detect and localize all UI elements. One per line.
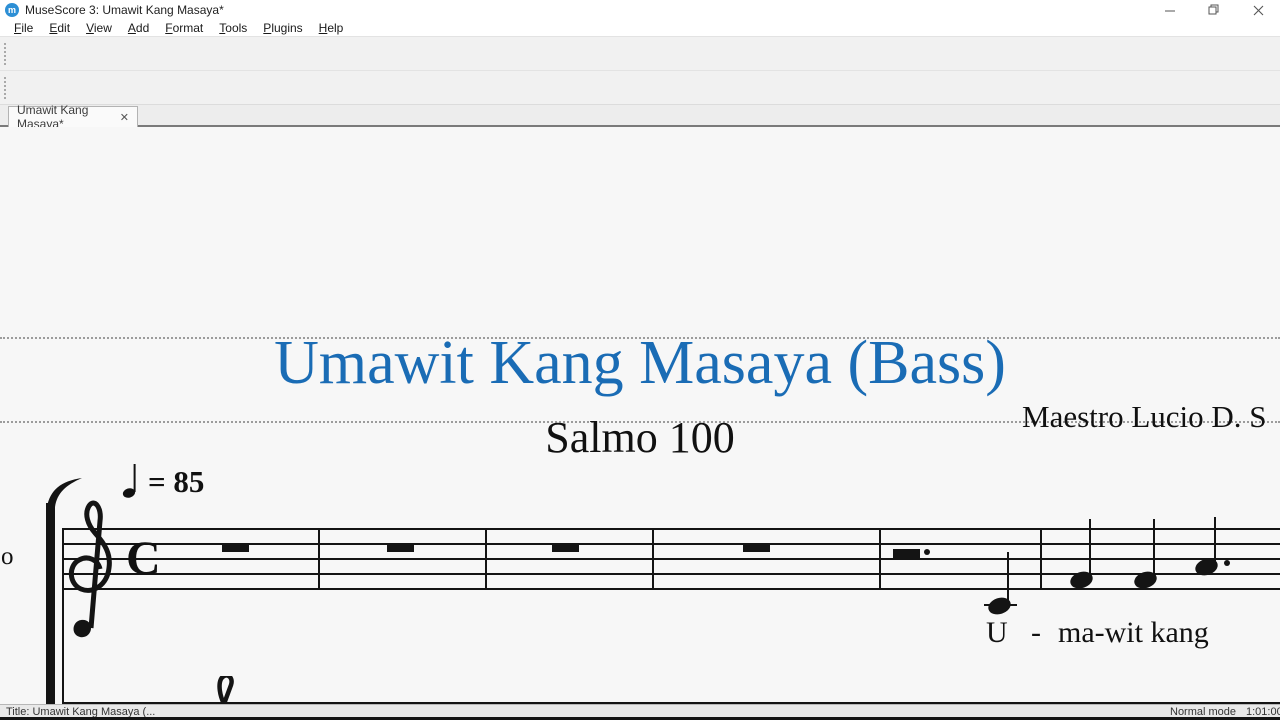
- treble-clef[interactable]: [62, 495, 118, 640]
- whole-rest[interactable]: [387, 543, 414, 552]
- score-title[interactable]: Umawit Kang Masaya (Bass): [0, 328, 1280, 399]
- restore-button[interactable]: [1192, 0, 1236, 20]
- whole-rest[interactable]: [222, 543, 249, 552]
- window-title: MuseScore 3: Umawit Kang Masaya*: [25, 0, 224, 20]
- menu-bar: File Edit View Add Format Tools Plugins …: [0, 20, 1280, 37]
- instrument-name-partial[interactable]: o: [1, 543, 14, 571]
- tab-umawit-kang-masaya[interactable]: Umawit Kang Masaya* ✕: [8, 106, 138, 127]
- close-icon: [1253, 5, 1264, 16]
- menu-file[interactable]: File: [6, 20, 41, 37]
- barline[interactable]: [879, 528, 881, 590]
- lyric-syllable[interactable]: U: [986, 616, 1008, 650]
- menu-format[interactable]: Format: [157, 20, 211, 37]
- musescore-window: m MuseScore 3: Umawit Kang Masaya* File …: [0, 0, 1280, 720]
- musescore-logo-icon: m: [5, 3, 19, 17]
- score-subtitle[interactable]: Salmo 100: [0, 412, 1280, 463]
- document-tab-bar: Umawit Kang Masaya* ✕: [0, 104, 1280, 127]
- whole-rest[interactable]: [743, 543, 770, 552]
- menu-edit[interactable]: Edit: [41, 20, 78, 37]
- close-button[interactable]: [1236, 0, 1280, 20]
- rest-augmentation-dot[interactable]: [924, 549, 930, 555]
- barline[interactable]: [318, 528, 320, 590]
- staff-line: [62, 558, 1280, 560]
- main-toolbar: 224% ▼ Single Page ▼: [0, 36, 1280, 70]
- menu-view[interactable]: View: [78, 20, 120, 37]
- staff-line: [62, 588, 1280, 590]
- half-rest[interactable]: [893, 549, 920, 558]
- quarter-note-icon: [122, 460, 138, 500]
- note-input-toolbar: N ▼: [0, 70, 1280, 104]
- status-bar: Title: Umawit Kang Masaya (... Normal mo…: [0, 704, 1280, 717]
- staff-line: [62, 528, 1280, 530]
- minimize-button[interactable]: [1148, 0, 1192, 20]
- menu-add[interactable]: Add: [120, 20, 157, 37]
- lyric-dash: -: [1031, 616, 1041, 650]
- menu-help[interactable]: Help: [311, 20, 352, 37]
- minimize-icon: [1165, 5, 1176, 16]
- toolbar-grip[interactable]: [4, 43, 9, 65]
- barline[interactable]: [652, 528, 654, 590]
- system-bracket: [46, 503, 55, 717]
- lyric-phrase[interactable]: ma-wit kang: [1058, 616, 1209, 650]
- tempo-text: = 85: [148, 464, 204, 500]
- restore-icon: [1208, 4, 1220, 16]
- time-signature-common[interactable]: C: [126, 531, 161, 586]
- toolbar-grip[interactable]: [4, 77, 9, 99]
- menu-tools[interactable]: Tools: [211, 20, 255, 37]
- barline[interactable]: [1040, 528, 1042, 590]
- note-augmentation-dot[interactable]: [1224, 560, 1230, 566]
- whole-rest[interactable]: [552, 543, 579, 552]
- barline[interactable]: [485, 528, 487, 590]
- staff-line: [62, 573, 1280, 575]
- tempo-marking[interactable]: = 85: [122, 460, 204, 500]
- treble-clef-partial[interactable]: [206, 676, 246, 704]
- title-bar: m MuseScore 3: Umawit Kang Masaya*: [0, 0, 1280, 20]
- tab-close-icon[interactable]: ✕: [120, 111, 129, 124]
- menu-plugins[interactable]: Plugins: [255, 20, 310, 37]
